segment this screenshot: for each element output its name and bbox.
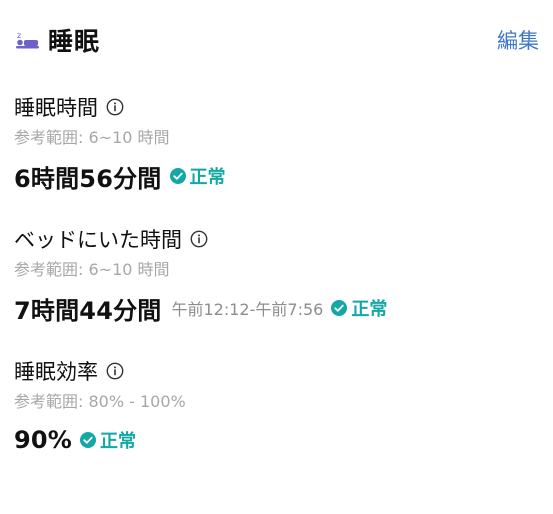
info-icon[interactable]	[106, 98, 124, 116]
status-label: 正常	[189, 167, 226, 188]
status-badge: 正常	[80, 427, 136, 453]
metric-title: 睡眠効率	[14, 360, 98, 384]
check-circle-icon	[169, 168, 186, 184]
time-range: 午前12:12-午前7:56	[171, 300, 324, 319]
status-badge: 正常	[331, 295, 387, 321]
metric-value: 7時間44分間	[14, 296, 162, 325]
check-circle-icon	[80, 432, 97, 448]
metric-title-row: 睡眠効率	[14, 358, 539, 384]
sleep-icon: z	[14, 30, 40, 50]
sleep-duration-section: 睡眠時間 参考範囲: 6~10 時間 6時間56分間 正常	[14, 94, 539, 193]
metric-title-row: 睡眠時間	[14, 94, 539, 120]
status-badge: 正常	[169, 163, 226, 189]
svg-text:z: z	[17, 31, 21, 40]
metric-title: 睡眠時間	[14, 96, 98, 120]
edit-button[interactable]: 編集	[497, 25, 539, 55]
reference-range: 参考範囲: 6~10 時間	[14, 260, 170, 279]
reference-range: 参考範囲: 6~10 時間	[14, 128, 170, 147]
card-header: z 睡眠 編集	[14, 22, 539, 58]
status-label: 正常	[351, 299, 388, 320]
metric-title: ベッドにいた時間	[14, 228, 182, 252]
sleep-card: z 睡眠 編集 睡眠時間 参考範囲: 6~10 時間 6時間56分間 正常 ベッ…	[0, 0, 553, 514]
metric-title-row: ベッドにいた時間	[14, 226, 539, 252]
status-label: 正常	[100, 431, 137, 452]
value-row: 90% 正常	[14, 424, 539, 456]
sleep-efficiency-section: 睡眠効率 参考範囲: 80% - 100% 90% 正常	[14, 358, 539, 456]
reference-range: 参考範囲: 80% - 100%	[14, 392, 186, 411]
check-circle-icon	[331, 300, 348, 316]
metric-value: 6時間56分間	[14, 164, 162, 193]
value-row: 7時間44分間 午前12:12-午前7:56 正常	[14, 292, 539, 325]
time-in-bed-section: ベッドにいた時間 参考範囲: 6~10 時間 7時間44分間 午前12:12-午…	[14, 226, 539, 325]
header-left: z 睡眠	[14, 22, 100, 58]
metric-value: 90%	[14, 426, 73, 454]
info-icon[interactable]	[190, 230, 208, 248]
value-row: 6時間56分間 正常	[14, 160, 539, 193]
info-icon[interactable]	[106, 362, 124, 380]
page-title: 睡眠	[48, 27, 101, 56]
